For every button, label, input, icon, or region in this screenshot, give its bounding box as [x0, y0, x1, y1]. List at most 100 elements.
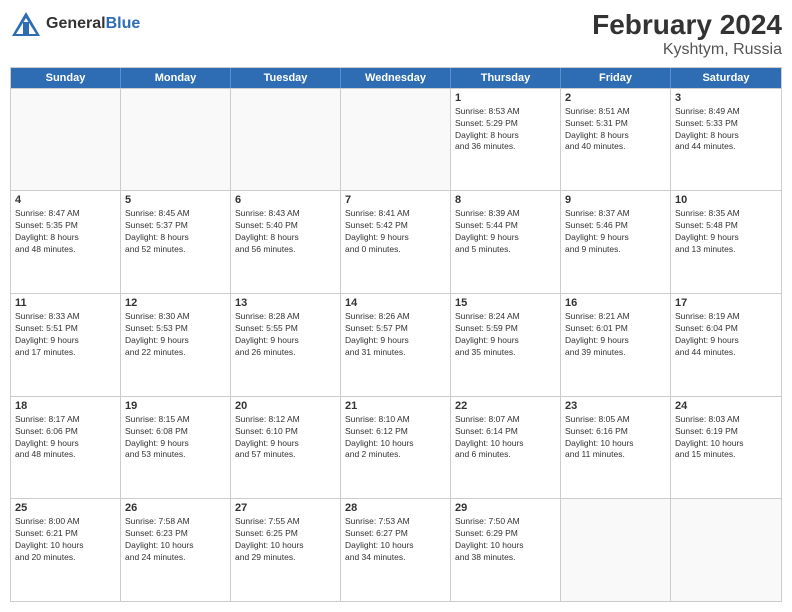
day-info: Sunrise: 8:37 AM Sunset: 5:46 PM Dayligh…	[565, 208, 666, 256]
calendar-cell: 18Sunrise: 8:17 AM Sunset: 6:06 PM Dayli…	[11, 397, 121, 499]
day-number: 11	[15, 297, 116, 309]
calendar-cell: 12 Sunrise: 8:30 AM Sunset: 5:53 PM Dayli…	[121, 294, 231, 396]
day-number: 27	[235, 502, 336, 514]
calendar-cell: 1Sunrise: 8:53 AM Sunset: 5:29 PM Daylig…	[451, 89, 561, 191]
title-block: February 2024 Kyshtym, Russia	[592, 10, 782, 59]
day-info: Sunrise: 8:03 AM Sunset: 6:19 PM Dayligh…	[675, 414, 777, 462]
calendar-cell	[671, 499, 781, 601]
day-number: 9	[565, 194, 666, 206]
header-sunday: Sunday	[11, 68, 121, 88]
calendar-cell	[561, 499, 671, 601]
day-info: Sunrise: 8:19 AM Sunset: 6:04 PM Dayligh…	[675, 311, 777, 359]
day-info: Sunrise: 8:24 AM Sunset: 5:59 PM Dayligh…	[455, 311, 556, 359]
calendar-body: 1Sunrise: 8:53 AM Sunset: 5:29 PM Daylig…	[11, 88, 781, 601]
calendar-cell	[231, 89, 341, 191]
calendar-cell: 9 Sunrise: 8:37 AM Sunset: 5:46 PM Daylig…	[561, 191, 671, 293]
calendar-header: Sunday Monday Tuesday Wednesday Thursday…	[11, 68, 781, 88]
day-number: 4	[15, 194, 116, 206]
day-info: Sunrise: 8:26 AM Sunset: 5:57 PM Dayligh…	[345, 311, 446, 359]
calendar-cell: 23 Sunrise: 8:05 AM Sunset: 6:16 PM Dayli…	[561, 397, 671, 499]
calendar-cell: 29 Sunrise: 7:50 AM Sunset: 6:29 PM Dayli…	[451, 499, 561, 601]
day-number: 22	[455, 400, 556, 412]
day-info: Sunrise: 8:43 AM Sunset: 5:40 PM Dayligh…	[235, 208, 336, 256]
calendar-cell	[341, 89, 451, 191]
logo-icon	[10, 10, 42, 38]
day-number: 21	[345, 400, 446, 412]
calendar-week-3: 11 Sunrise: 8:33 AM Sunset: 5:51 PM Dayli…	[11, 293, 781, 396]
day-info: Sunrise: 8:45 AM Sunset: 5:37 PM Dayligh…	[125, 208, 226, 256]
calendar-cell: 13Sunrise: 8:28 AM Sunset: 5:55 PM Dayli…	[231, 294, 341, 396]
day-number: 15	[455, 297, 556, 309]
day-number: 6	[235, 194, 336, 206]
day-number: 29	[455, 502, 556, 514]
day-number: 28	[345, 502, 446, 514]
day-number: 26	[125, 502, 226, 514]
day-info: Sunrise: 8:33 AM Sunset: 5:51 PM Dayligh…	[15, 311, 116, 359]
page: GeneralBlue February 2024 Kyshtym, Russi…	[0, 0, 792, 612]
calendar-week-1: 1Sunrise: 8:53 AM Sunset: 5:29 PM Daylig…	[11, 88, 781, 191]
calendar-cell: 20Sunrise: 8:12 AM Sunset: 6:10 PM Dayli…	[231, 397, 341, 499]
day-number: 14	[345, 297, 446, 309]
calendar-cell: 17Sunrise: 8:19 AM Sunset: 6:04 PM Dayli…	[671, 294, 781, 396]
day-info: Sunrise: 8:28 AM Sunset: 5:55 PM Dayligh…	[235, 311, 336, 359]
calendar-cell: 4 Sunrise: 8:47 AM Sunset: 5:35 PM Daylig…	[11, 191, 121, 293]
header-wednesday: Wednesday	[341, 68, 451, 88]
calendar-cell: 16 Sunrise: 8:21 AM Sunset: 6:01 PM Dayli…	[561, 294, 671, 396]
calendar-cell: 8Sunrise: 8:39 AM Sunset: 5:44 PM Daylig…	[451, 191, 561, 293]
day-info: Sunrise: 8:21 AM Sunset: 6:01 PM Dayligh…	[565, 311, 666, 359]
calendar-cell: 3 Sunrise: 8:49 AM Sunset: 5:33 PM Daylig…	[671, 89, 781, 191]
logo: GeneralBlue	[10, 10, 140, 38]
calendar-cell: 25Sunrise: 8:00 AM Sunset: 6:21 PM Dayli…	[11, 499, 121, 601]
calendar-cell: 14 Sunrise: 8:26 AM Sunset: 5:57 PM Dayli…	[341, 294, 451, 396]
day-number: 23	[565, 400, 666, 412]
header-tuesday: Tuesday	[231, 68, 341, 88]
header: GeneralBlue February 2024 Kyshtym, Russi…	[10, 10, 782, 59]
header-monday: Monday	[121, 68, 231, 88]
day-number: 7	[345, 194, 446, 206]
day-number: 3	[675, 92, 777, 104]
day-info: Sunrise: 8:00 AM Sunset: 6:21 PM Dayligh…	[15, 516, 116, 564]
day-number: 8	[455, 194, 556, 206]
day-info: Sunrise: 8:30 AM Sunset: 5:53 PM Dayligh…	[125, 311, 226, 359]
calendar: Sunday Monday Tuesday Wednesday Thursday…	[10, 67, 782, 602]
calendar-cell: 19Sunrise: 8:15 AM Sunset: 6:08 PM Dayli…	[121, 397, 231, 499]
day-info: Sunrise: 8:05 AM Sunset: 6:16 PM Dayligh…	[565, 414, 666, 462]
day-info: Sunrise: 8:49 AM Sunset: 5:33 PM Dayligh…	[675, 106, 777, 154]
day-info: Sunrise: 8:07 AM Sunset: 6:14 PM Dayligh…	[455, 414, 556, 462]
day-info: Sunrise: 8:47 AM Sunset: 5:35 PM Dayligh…	[15, 208, 116, 256]
calendar-cell: 21 Sunrise: 8:10 AM Sunset: 6:12 PM Dayli…	[341, 397, 451, 499]
calendar-cell: 7 Sunrise: 8:41 AM Sunset: 5:42 PM Daylig…	[341, 191, 451, 293]
logo-general: General	[46, 15, 106, 32]
day-info: Sunrise: 8:10 AM Sunset: 6:12 PM Dayligh…	[345, 414, 446, 462]
day-number: 12	[125, 297, 226, 309]
day-number: 16	[565, 297, 666, 309]
calendar-week-2: 4 Sunrise: 8:47 AM Sunset: 5:35 PM Daylig…	[11, 190, 781, 293]
calendar-week-4: 18Sunrise: 8:17 AM Sunset: 6:06 PM Dayli…	[11, 396, 781, 499]
logo-text: GeneralBlue	[46, 15, 140, 33]
day-number: 5	[125, 194, 226, 206]
day-info: Sunrise: 8:12 AM Sunset: 6:10 PM Dayligh…	[235, 414, 336, 462]
calendar-week-5: 25Sunrise: 8:00 AM Sunset: 6:21 PM Dayli…	[11, 498, 781, 601]
calendar-title: February 2024	[592, 10, 782, 41]
calendar-cell	[121, 89, 231, 191]
day-info: Sunrise: 8:53 AM Sunset: 5:29 PM Dayligh…	[455, 106, 556, 154]
calendar-cell: 28 Sunrise: 7:53 AM Sunset: 6:27 PM Dayli…	[341, 499, 451, 601]
calendar-cell	[11, 89, 121, 191]
day-info: Sunrise: 7:53 AM Sunset: 6:27 PM Dayligh…	[345, 516, 446, 564]
day-info: Sunrise: 8:41 AM Sunset: 5:42 PM Dayligh…	[345, 208, 446, 256]
logo-blue: Blue	[106, 15, 141, 32]
calendar-cell: 26 Sunrise: 7:58 AM Sunset: 6:23 PM Dayli…	[121, 499, 231, 601]
calendar-cell: 5 Sunrise: 8:45 AM Sunset: 5:37 PM Daylig…	[121, 191, 231, 293]
calendar-cell: 27 Sunrise: 7:55 AM Sunset: 6:25 PM Dayli…	[231, 499, 341, 601]
calendar-cell: 2Sunrise: 8:51 AM Sunset: 5:31 PM Daylig…	[561, 89, 671, 191]
header-friday: Friday	[561, 68, 671, 88]
day-number: 10	[675, 194, 777, 206]
day-info: Sunrise: 7:58 AM Sunset: 6:23 PM Dayligh…	[125, 516, 226, 564]
day-info: Sunrise: 7:50 AM Sunset: 6:29 PM Dayligh…	[455, 516, 556, 564]
day-number: 2	[565, 92, 666, 104]
day-info: Sunrise: 8:15 AM Sunset: 6:08 PM Dayligh…	[125, 414, 226, 462]
day-number: 18	[15, 400, 116, 412]
day-info: Sunrise: 8:35 AM Sunset: 5:48 PM Dayligh…	[675, 208, 777, 256]
header-thursday: Thursday	[451, 68, 561, 88]
day-info: Sunrise: 7:55 AM Sunset: 6:25 PM Dayligh…	[235, 516, 336, 564]
